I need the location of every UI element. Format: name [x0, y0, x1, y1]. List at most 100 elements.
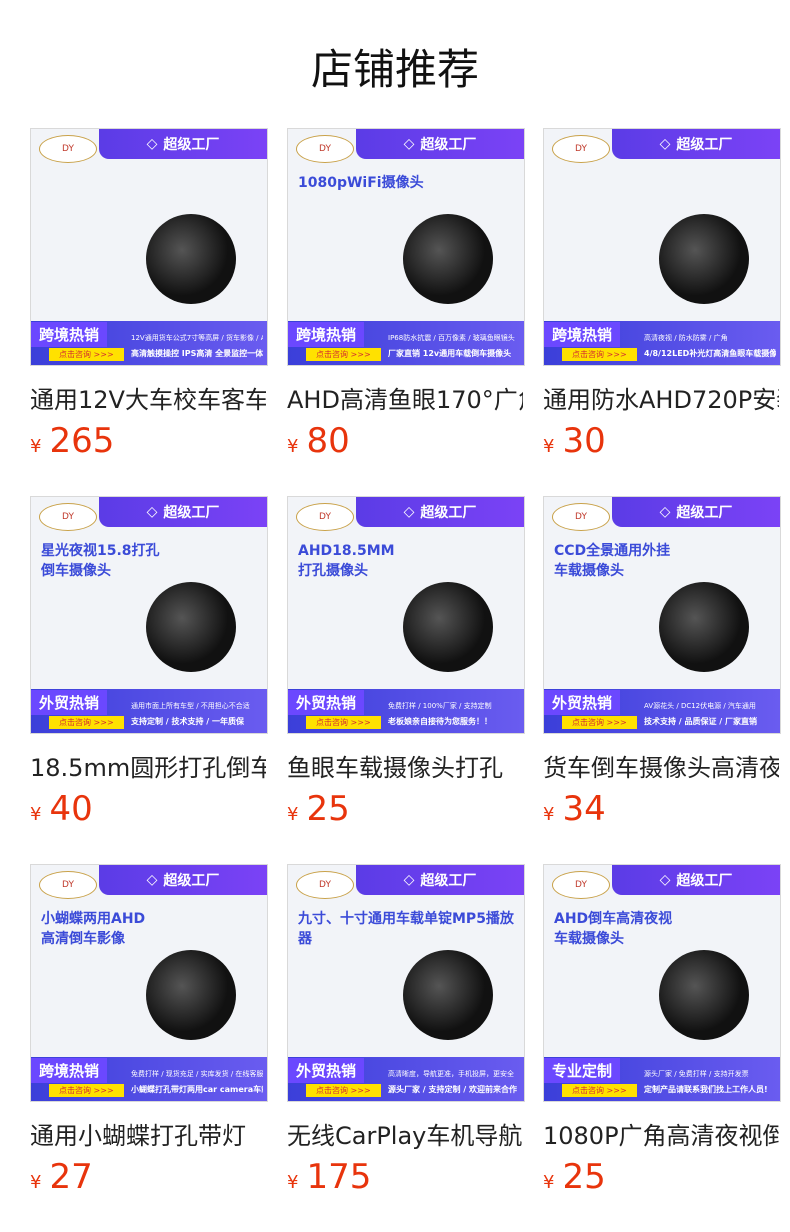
consult-button[interactable]: 点击咨询 >>> [49, 348, 124, 361]
product-image[interactable]: DY ◇ 超级工厂跨境热销 高清夜视 / 防水防雾 / 广角 4/8/12LED补光灯高… [543, 128, 781, 366]
product-image[interactable]: DY ◇ 超级工厂跨境热销 12V通用货车公式7寸等高屏 / 货车影像 / AHD高清… [30, 128, 268, 366]
product-card[interactable]: DY ◇ 超级工厂 星光夜视15.8打孔 倒车摄像头 外贸热销 通用市面上所有车型 / 不… [30, 496, 268, 829]
promo-line-bold: 源头厂家 / 支持定制 / 欢迎前来合作 [388, 1085, 517, 1094]
promo-line-bold: 老板娘亲自接待为您服务！！ [388, 717, 492, 726]
super-factory-badge: ◇ 超级工厂 [356, 865, 524, 895]
badge-label: 超级工厂 [163, 137, 220, 153]
price-value: 80 [306, 421, 350, 461]
promo-line-bold: 定制产品请联系我们找上工作人员! [644, 1085, 768, 1094]
camera-illustration [403, 214, 493, 304]
promo-footer: 跨境热销 IP68防水抗震 / 百万像素 / 玻璃鱼眼镜头 厂家直销 12v通用车载… [288, 321, 524, 365]
product-price: ¥27 [30, 1157, 268, 1197]
currency-symbol: ¥ [30, 436, 42, 457]
promo-line: 免费打样 / 现货充足 / 实库发货 / 在线客服 [131, 1070, 263, 1078]
promo-tag: 外贸热销 [31, 690, 108, 715]
diamond-icon: ◇ [659, 504, 671, 520]
currency-symbol: ¥ [287, 436, 299, 457]
promo-line-bold: 小蝴蝶打孔带灯两用car camera车载摄像头 [131, 1085, 263, 1094]
product-name[interactable]: 鱼眼车载摄像头打孔 [287, 748, 523, 783]
product-name[interactable]: 通用防水AHD720P安装 [543, 380, 779, 415]
camera-illustration [403, 950, 493, 1040]
promo-line: AV源花头 / DC12伏电源 / 汽车通用 [644, 702, 756, 710]
badge-label: 超级工厂 [420, 873, 477, 889]
promo-line-bold: 4/8/12LED补光灯高清鱼眼车载摄像头 [644, 349, 776, 358]
diamond-icon: ◇ [659, 872, 671, 888]
diamond-icon: ◇ [403, 136, 415, 152]
consult-button[interactable]: 点击咨询 >>> [306, 348, 381, 361]
currency-symbol: ¥ [543, 436, 555, 457]
product-price: ¥175 [287, 1157, 525, 1197]
super-factory-badge: ◇ 超级工厂 [612, 129, 780, 159]
product-card[interactable]: DY ◇ 超级工厂 九寸、十寸通用车载单锭MP5播放器 外贸热销 高清晰度，导航更准，手机… [287, 864, 525, 1197]
product-price: ¥30 [543, 421, 781, 461]
brand-logo-icon: DY [39, 503, 97, 531]
product-card[interactable]: DY ◇ 超级工厂跨境热销 高清夜视 / 防水防雾 / 广角 4/8/12LED补光灯高… [543, 128, 781, 461]
badge-label: 超级工厂 [163, 505, 220, 521]
promo-tag: 跨境热销 [31, 1058, 108, 1083]
camera-illustration [659, 582, 749, 672]
product-name[interactable]: 通用小蝴蝶打孔带灯 [30, 1116, 266, 1151]
super-factory-badge: ◇ 超级工厂 [99, 865, 267, 895]
product-price: ¥25 [287, 789, 525, 829]
image-headline: AHD倒车高清夜视 车载摄像头 [554, 911, 673, 947]
diamond-icon: ◇ [403, 872, 415, 888]
product-name[interactable]: 通用12V大车校车客车 [30, 380, 266, 415]
badge-label: 超级工厂 [420, 505, 477, 521]
product-price: ¥25 [543, 1157, 781, 1197]
product-price: ¥265 [30, 421, 268, 461]
product-card[interactable]: DY ◇ 超级工厂 AHD18.5MM 打孔摄像头 外贸热销 免费打样 / 100%厂家 … [287, 496, 525, 829]
brand-logo-icon: DY [39, 135, 97, 163]
currency-symbol: ¥ [543, 804, 555, 825]
badge-label: 超级工厂 [676, 137, 733, 153]
product-name[interactable]: 1080P广角高清夜视倒车 [543, 1116, 779, 1151]
promo-line-bold: 技术支持 / 品质保证 / 厂家直销 [644, 717, 757, 726]
promo-line: 高清夜视 / 防水防雾 / 广角 [644, 334, 728, 342]
price-value: 25 [306, 789, 350, 829]
product-card[interactable]: DY ◇ 超级工厂 AHD倒车高清夜视 车载摄像头专业定制 源头厂家 / 免费打样 / … [543, 864, 781, 1197]
promo-line-bold: 高清触摸操控 IPS高清 全景监控一体 [131, 349, 263, 358]
price-value: 34 [562, 789, 606, 829]
promo-footer: 跨境热销 高清夜视 / 防水防雾 / 广角 4/8/12LED补光灯高清鱼眼车载摄像… [544, 321, 780, 365]
diamond-icon: ◇ [403, 504, 415, 520]
super-factory-badge: ◇ 超级工厂 [612, 865, 780, 895]
diamond-icon: ◇ [146, 136, 158, 152]
product-name[interactable]: 18.5mm圆形打孔倒车 [30, 748, 266, 783]
brand-logo-icon: DY [39, 871, 97, 899]
consult-button[interactable]: 点击咨询 >>> [562, 348, 637, 361]
promo-footer: 外贸热销 通用市面上所有车型 / 不用担心不合适 支持定制 / 技术支持 / 一年质… [31, 689, 267, 733]
promo-tag: 跨境热销 [288, 322, 365, 347]
brand-logo-icon: DY [552, 135, 610, 163]
super-factory-badge: ◇ 超级工厂 [99, 497, 267, 527]
product-image[interactable]: DY ◇ 超级工厂 小蝴蝶两用AHD 高清倒车影像 跨境热销 免费打样 / 现货充足 / … [30, 864, 268, 1102]
brand-logo-icon: DY [296, 135, 354, 163]
consult-button[interactable]: 点击咨询 >>> [306, 1084, 381, 1097]
product-name[interactable]: AHD高清鱼眼170°广角 [287, 380, 523, 415]
product-image[interactable]: DY ◇ 超级工厂 AHD倒车高清夜视 车载摄像头专业定制 源头厂家 / 免费打样 / … [543, 864, 781, 1102]
product-name[interactable]: 货车倒车摄像头高清夜视 [543, 748, 779, 783]
consult-button[interactable]: 点击咨询 >>> [49, 1084, 124, 1097]
promo-footer: 专业定制 源头厂家 / 免费打样 / 支持开发票 定制产品请联系我们找上工作人员! 点… [544, 1057, 780, 1101]
brand-logo-icon: DY [552, 871, 610, 899]
camera-illustration [146, 950, 236, 1040]
product-card[interactable]: DY ◇ 超级工厂 1080pWiFi摄像头 跨境热销 IP68防水抗震 / 百万像素 /… [287, 128, 525, 461]
product-card[interactable]: DY ◇ 超级工厂跨境热销 12V通用货车公式7寸等高屏 / 货车影像 / AHD高清… [30, 128, 268, 461]
promo-line: 12V通用货车公式7寸等高屏 / 货车影像 / AHD高清 [131, 334, 263, 342]
product-image[interactable]: DY ◇ 超级工厂 CCD全景通用外挂 车载摄像头 外贸热销 AV源花头 / DC12伏电… [543, 496, 781, 734]
product-price: ¥80 [287, 421, 525, 461]
badge-label: 超级工厂 [676, 505, 733, 521]
product-image[interactable]: DY ◇ 超级工厂 星光夜视15.8打孔 倒车摄像头 外贸热销 通用市面上所有车型 / 不… [30, 496, 268, 734]
product-card[interactable]: DY ◇ 超级工厂 小蝴蝶两用AHD 高清倒车影像 跨境热销 免费打样 / 现货充足 / … [30, 864, 268, 1197]
camera-illustration [403, 582, 493, 672]
product-image[interactable]: DY ◇ 超级工厂 1080pWiFi摄像头 跨境热销 IP68防水抗震 / 百万像素 /… [287, 128, 525, 366]
product-image[interactable]: DY ◇ 超级工厂 AHD18.5MM 打孔摄像头 外贸热销 免费打样 / 100%厂家 … [287, 496, 525, 734]
product-price: ¥34 [543, 789, 781, 829]
consult-button[interactable]: 点击咨询 >>> [562, 1084, 637, 1097]
currency-symbol: ¥ [287, 1172, 299, 1193]
consult-button[interactable]: 点击咨询 >>> [562, 716, 637, 729]
consult-button[interactable]: 点击咨询 >>> [306, 716, 381, 729]
product-image[interactable]: DY ◇ 超级工厂 九寸、十寸通用车载单锭MP5播放器 外贸热销 高清晰度，导航更准，手机… [287, 864, 525, 1102]
product-name[interactable]: 无线CarPlay车机导航 [287, 1116, 523, 1151]
consult-button[interactable]: 点击咨询 >>> [49, 716, 124, 729]
product-card[interactable]: DY ◇ 超级工厂 CCD全景通用外挂 车载摄像头 外贸热销 AV源花头 / DC12伏电… [543, 496, 781, 829]
promo-footer: 外贸热销 高清晰度，导航更准，手机投屏，更安全 源头厂家 / 支持定制 / 欢迎前来… [288, 1057, 524, 1101]
